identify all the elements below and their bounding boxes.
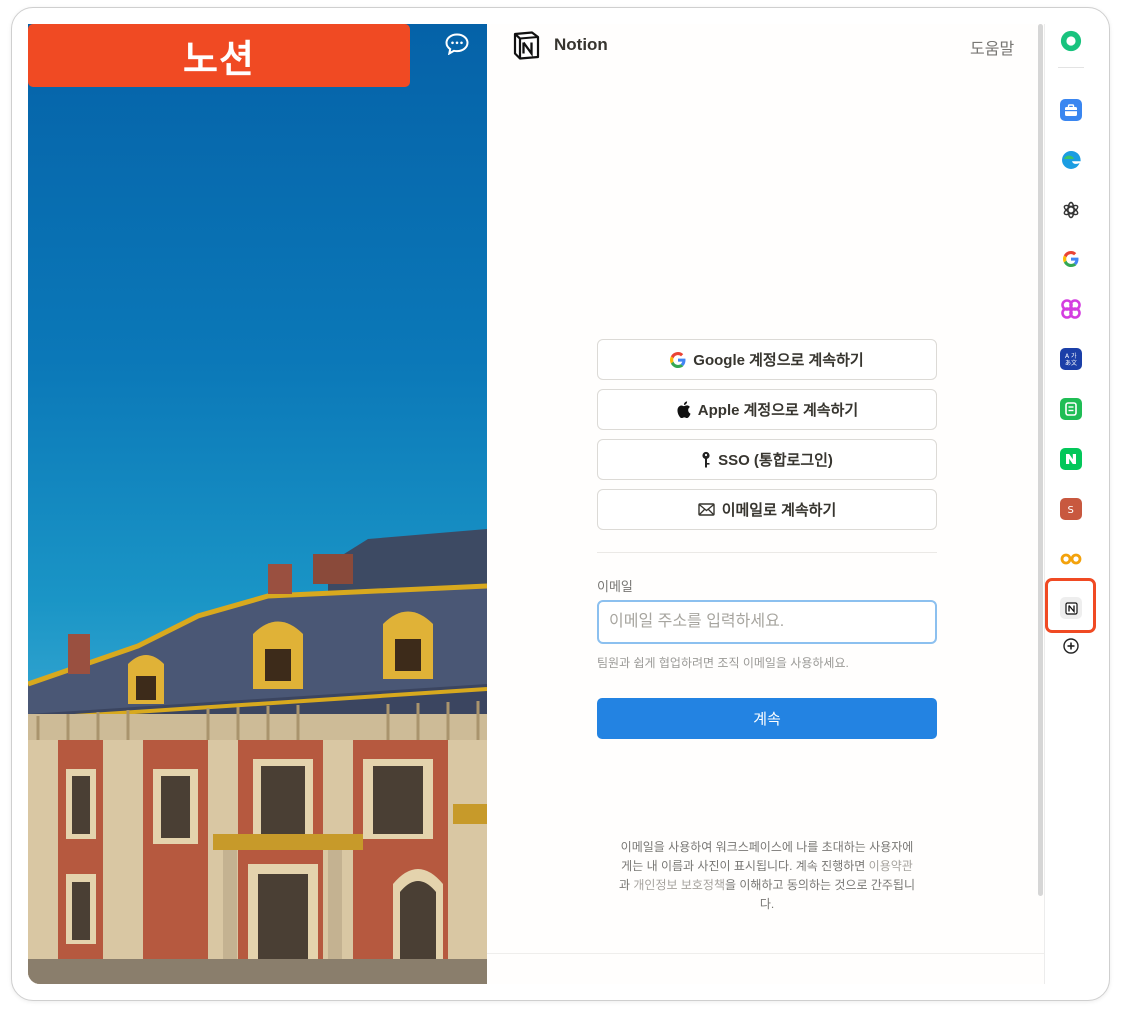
svg-text:文: 文 xyxy=(1071,359,1077,366)
note-icon[interactable] xyxy=(1060,398,1082,420)
s-app-icon[interactable]: S xyxy=(1060,498,1082,520)
terms-link[interactable]: 이용약관 xyxy=(869,859,913,873)
apple-login-label: Apple 계정으로 계속하기 xyxy=(697,402,859,419)
chatgpt-icon[interactable] xyxy=(1060,199,1082,221)
butterfly-app-icon[interactable] xyxy=(1060,298,1082,320)
divider xyxy=(597,552,937,553)
svg-text:A: A xyxy=(1065,353,1070,360)
google-app-icon[interactable] xyxy=(1060,248,1082,270)
title-banner: 노션 xyxy=(28,24,410,87)
chat-bubble-icon[interactable] xyxy=(445,33,469,55)
email-hint: 팀원과 쉽게 협업하려면 조직 이메일을 사용하세요. xyxy=(597,656,849,670)
translate-icon[interactable]: A가あ文 xyxy=(1060,348,1082,370)
sso-login-button[interactable]: SSO (통합로그인) xyxy=(597,439,937,480)
svg-text:가: 가 xyxy=(1071,352,1077,360)
terms-text-end: 을 이해하고 동의하는 것으로 간주됩니다. xyxy=(725,878,915,911)
brand-name[interactable]: Notion xyxy=(554,35,608,55)
email-login-label: 이메일로 계속하기 xyxy=(721,502,837,519)
footer-divider xyxy=(487,953,1044,954)
edge-icon[interactable] xyxy=(1060,149,1082,171)
briefcase-icon[interactable] xyxy=(1060,99,1082,121)
notion-logo-icon[interactable] xyxy=(511,30,541,61)
google-login-label: Google 계정으로 계속하기 xyxy=(693,352,864,369)
svg-text:S: S xyxy=(1068,505,1074,515)
scrollbar[interactable] xyxy=(1038,24,1043,896)
email-label: 이메일 xyxy=(597,579,633,594)
home-app-icon[interactable] xyxy=(1060,30,1082,52)
notion-icon[interactable] xyxy=(1060,597,1082,619)
help-link[interactable]: 도움말 xyxy=(970,35,1014,59)
key-icon xyxy=(702,451,710,467)
email-login-button[interactable]: 이메일로 계속하기 xyxy=(597,489,937,530)
privacy-link[interactable]: 개인정보 보호정책 xyxy=(633,878,725,892)
google-login-button[interactable]: Google 계정으로 계속하기 xyxy=(597,339,937,380)
google-icon xyxy=(670,351,686,368)
continue-button[interactable]: 계속 xyxy=(597,698,937,739)
background-image xyxy=(28,24,487,984)
palace-illustration xyxy=(28,529,487,984)
apple-login-button[interactable]: Apple 계정으로 계속하기 xyxy=(597,389,937,430)
envelope-icon xyxy=(698,503,715,516)
terms-and: 과 xyxy=(618,878,634,892)
infinity-icon[interactable] xyxy=(1060,548,1082,570)
email-input[interactable] xyxy=(597,600,937,644)
apple-icon xyxy=(677,401,691,418)
naver-icon[interactable] xyxy=(1060,448,1082,470)
terms-notice: 이메일을 사용하여 워크스페이스에 나를 초대하는 사용자에게는 내 이름과 사… xyxy=(617,838,917,914)
sidebar-separator xyxy=(1058,67,1084,68)
sso-login-label: SSO (통합로그인) xyxy=(718,452,833,469)
add-icon[interactable] xyxy=(1060,635,1082,657)
